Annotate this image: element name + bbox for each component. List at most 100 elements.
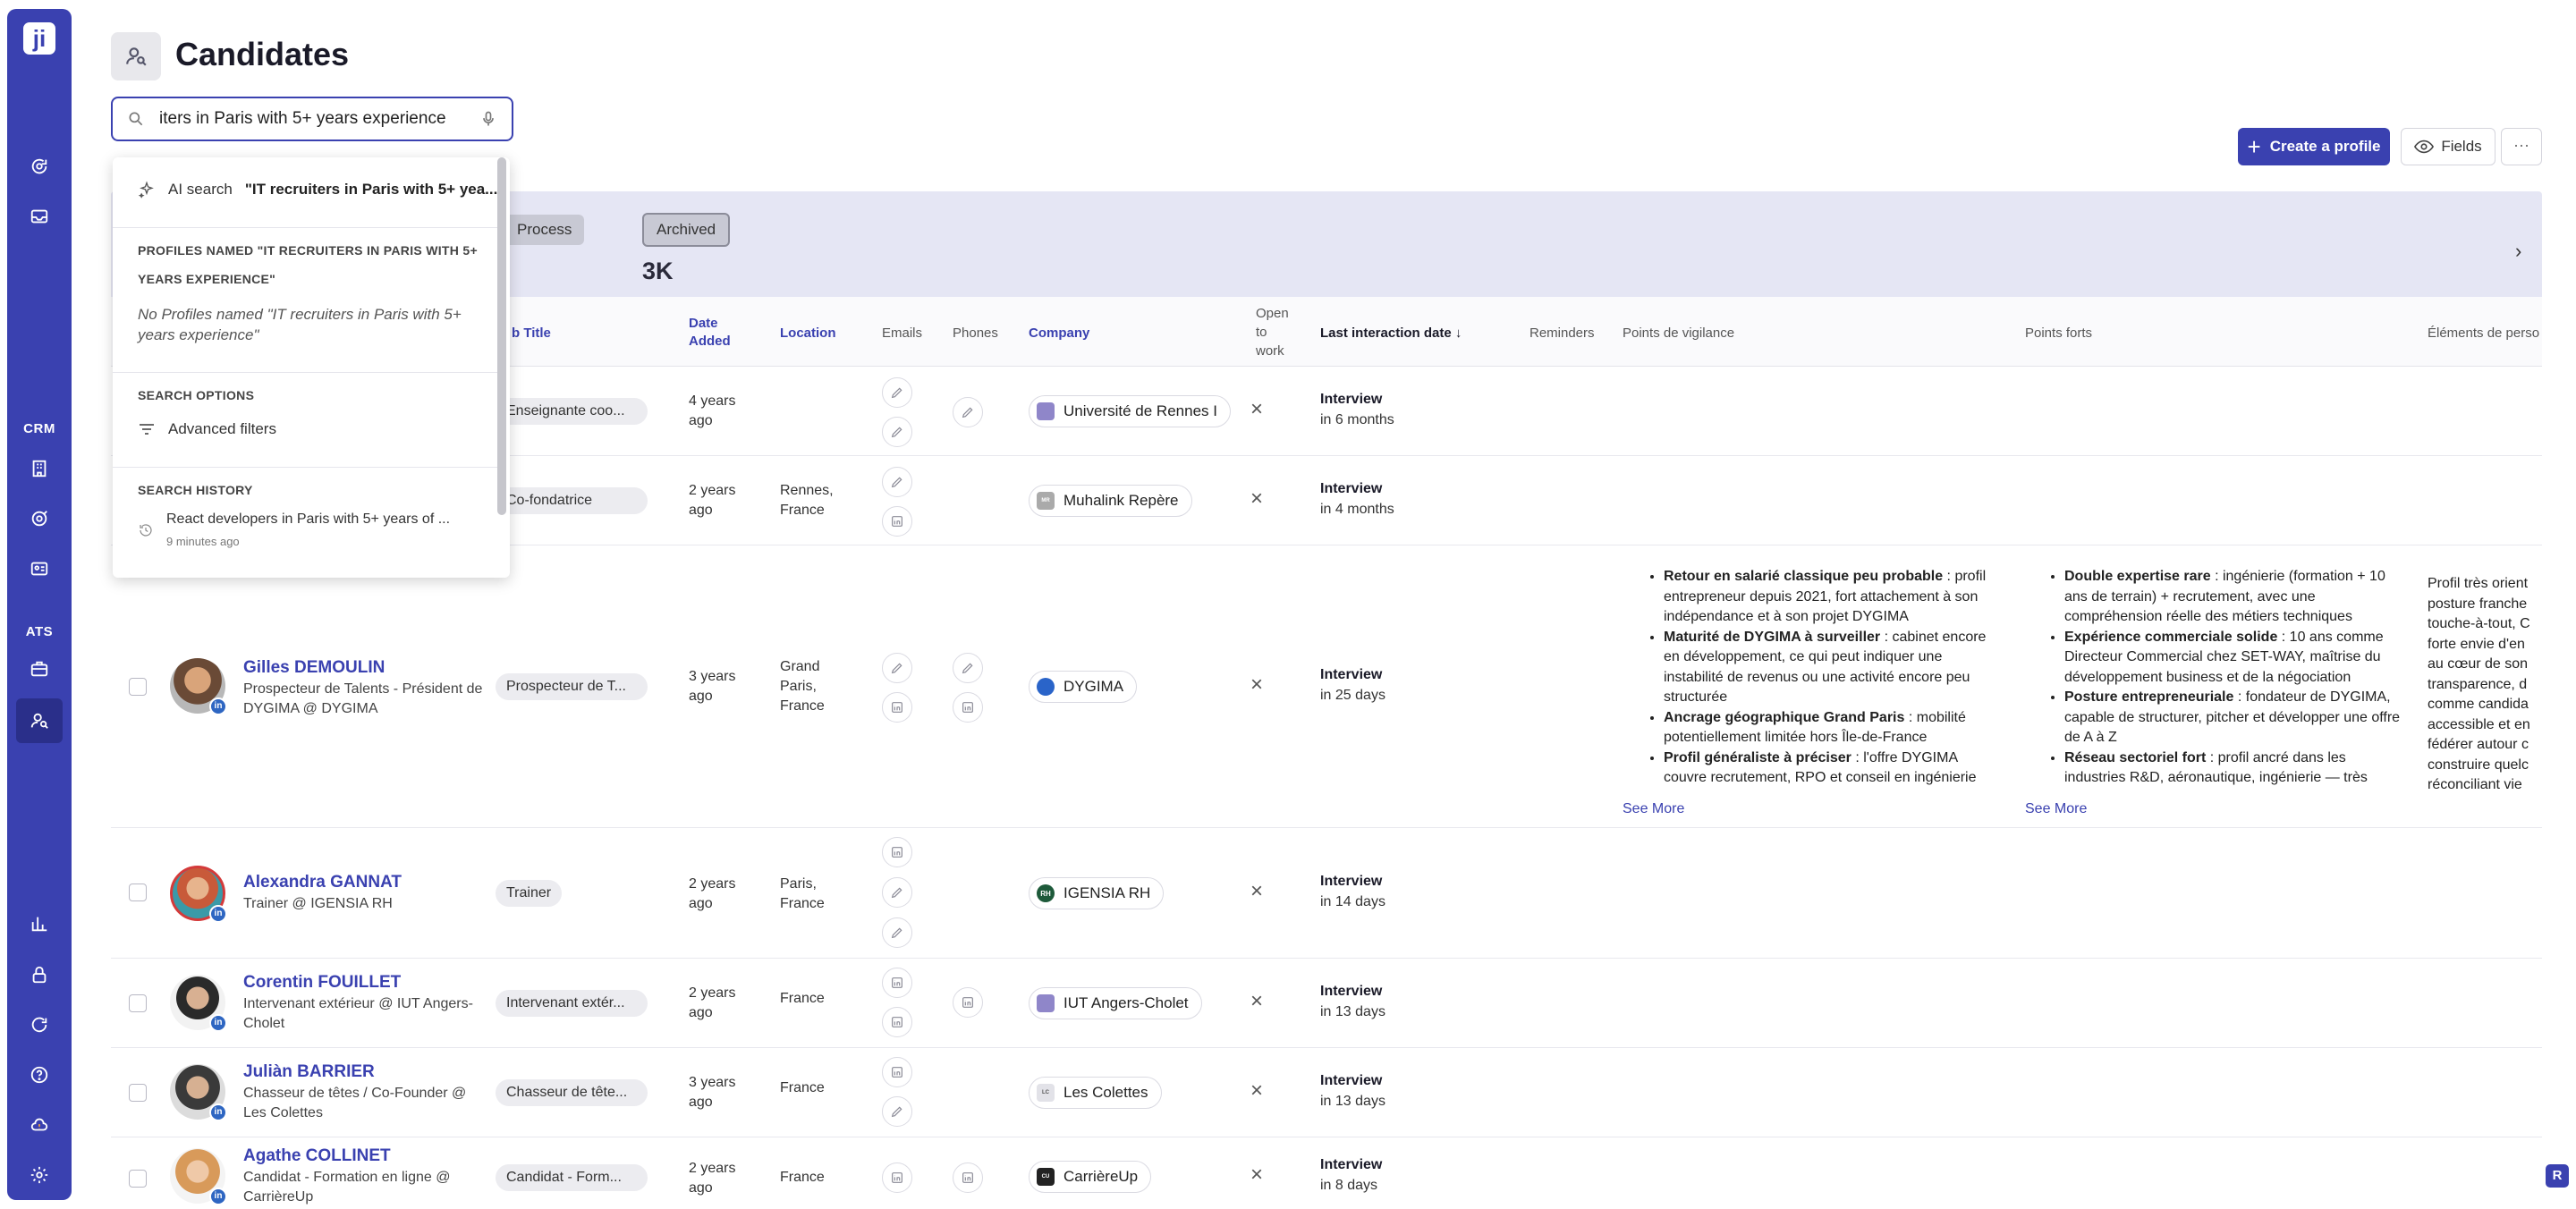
avatar: in [170,975,229,1034]
settings-gear-icon[interactable] [25,1161,54,1189]
ai-search-option[interactable]: AI search "IT recruiters in Paris with 5+… [138,181,497,199]
phone-button[interactable] [953,397,983,427]
email-button[interactable] [882,1096,912,1127]
candidate-headline: Candidat - Formation en ligne @ Carrière… [243,1170,451,1205]
col-last-interaction[interactable]: Last interaction date ↓ [1320,326,1462,341]
email-button[interactable] [882,653,912,683]
linkedin-badge-icon: in [209,698,227,715]
linkedin-email-button[interactable] [882,1057,912,1087]
process-stage-pill[interactable]: Process [504,215,585,245]
pen-icon [891,427,902,438]
linkedin-icon [892,702,902,713]
support-chat-button[interactable]: R [2546,1164,2569,1188]
company-pill[interactable]: IUT Angers-Cholet [1029,987,1202,1019]
advanced-filters-option[interactable]: Advanced filters [138,420,276,438]
col-elements: Éléments de perso [2428,326,2540,341]
more-options-button[interactable]: ··· [2501,128,2542,165]
search-input[interactable]: iters in Paris with 5+ years experience [159,109,454,129]
table-row[interactable]: in Corentin FOUILLET Intervenant extérie… [111,959,2542,1048]
create-profile-button[interactable]: + Create a profile [2238,128,2390,165]
col-date-added[interactable]: Date Added [689,315,751,351]
candidate-name[interactable]: Gilles DEMOULIN [243,658,385,678]
email-button[interactable] [882,417,912,447]
candidate-name[interactable]: Agathe COLLINET [243,1146,391,1166]
interaction-type: Interview [1320,1157,1383,1172]
see-more-vigilance-link[interactable]: See More [1623,801,1684,817]
email-button[interactable] [882,917,912,948]
dropdown-scrollbar[interactable] [497,157,506,515]
lock-icon[interactable] [25,960,54,989]
search-box[interactable]: iters in Paris with 5+ years experience [111,97,513,141]
briefcase-icon[interactable] [25,655,54,683]
col-job-title[interactable]: b Title [512,326,551,341]
linkedin-email-button[interactable] [882,506,912,537]
inbox-icon[interactable] [25,202,54,231]
job-title-pill: Chasseur de tête... [496,1079,648,1106]
close-icon: × [1250,989,1264,1013]
candidates-icon[interactable] [16,698,63,743]
company-pill[interactable]: DYGIMA [1029,671,1138,703]
pen-icon [891,477,902,488]
row-checkbox[interactable] [129,1084,147,1102]
company-pill[interactable]: RH IGENSIA RH [1029,877,1165,909]
linkedin-badge-icon: in [209,1014,227,1032]
col-company[interactable]: Company [1029,326,1089,341]
candidate-name[interactable]: Corentin FOUILLET [243,973,401,993]
target-icon[interactable] [25,504,54,533]
email-button[interactable] [882,877,912,908]
table-row[interactable]: in Agathe COLLINET Candidat - Formation … [111,1137,2542,1209]
linkedin-phone-button[interactable] [953,1162,983,1193]
linkedin-phone-button[interactable] [953,987,983,1018]
search-suggestions-dropdown: AI search "IT recruiters in Paris with 5+… [113,157,510,578]
job-title-pill: Prospecteur de T... [496,673,648,700]
date-added: 3 years ago [689,1075,736,1110]
row-checkbox[interactable] [129,1170,147,1188]
company-pill[interactable]: CU CarrièreUp [1029,1161,1152,1193]
linkedin-email-button[interactable] [882,1162,912,1193]
email-button[interactable] [882,467,912,497]
job-title-pill: Co-fondatrice [496,487,648,514]
linkedin-email-button[interactable] [882,1007,912,1037]
candidate-name[interactable]: Alexandra GANNAT [243,873,402,892]
date-added: 2 years ago [689,483,736,518]
table-row[interactable]: in Juliàn BARRIER Chasseur de têtes / Co… [111,1048,2542,1137]
interaction-when: in 14 days [1320,894,1385,909]
company-logo-icon: RH [1037,884,1055,902]
search-refresh-icon[interactable] [25,152,54,181]
vigilance-item: Ancrage géographique Grand Paris : mobil… [1664,708,2002,748]
see-more-forts-link[interactable]: See More [2025,801,2087,817]
table-row[interactable]: in Alexandra GANNAT Trainer @ IGENSIA RH… [111,828,2542,959]
linkedin-email-button[interactable] [882,837,912,867]
analytics-icon[interactable] [25,909,54,938]
email-button[interactable] [882,377,912,408]
linkedin-email-button[interactable] [882,692,912,723]
company-pill[interactable]: Université de Rennes I [1029,395,1231,427]
building-icon[interactable] [25,454,54,483]
job-title-pill: Enseignante coo... [496,398,648,425]
sync-icon[interactable] [25,1010,54,1039]
linkedin-email-button[interactable] [882,968,912,998]
company-pill[interactable]: LC Les Colettes [1029,1077,1162,1109]
search-history-item[interactable]: React developers in Paris with 5+ years … [138,512,470,548]
pen-icon [891,887,902,899]
chevron-right-icon[interactable]: › [2515,240,2521,263]
archived-stage-pill[interactable]: Archived [642,213,731,247]
row-checkbox[interactable] [129,994,147,1012]
eye-icon [2414,140,2435,154]
microphone-icon[interactable] [479,110,497,128]
phone-button[interactable] [953,653,983,683]
candidate-name[interactable]: Juliàn BARRIER [243,1062,375,1082]
fields-button[interactable]: Fields [2401,128,2496,165]
col-location[interactable]: Location [780,326,836,341]
company-pill[interactable]: MR Muhalink Repère [1029,485,1192,517]
row-checkbox[interactable] [129,678,147,696]
app-logo[interactable]: ji [23,22,55,55]
linkedin-phone-button[interactable] [953,692,983,723]
profiles-heading: PROFILES NAMED "IT RECRUITERS IN PARIS W… [138,243,478,286]
contact-card-icon[interactable] [25,554,54,583]
help-icon[interactable] [25,1061,54,1089]
alert-cloud-icon[interactable] [25,1111,54,1139]
candidate-headline: Chasseur de têtes / Co-Founder @ Les Col… [243,1086,467,1120]
row-checkbox[interactable] [129,884,147,901]
filter-icon [140,424,154,435]
